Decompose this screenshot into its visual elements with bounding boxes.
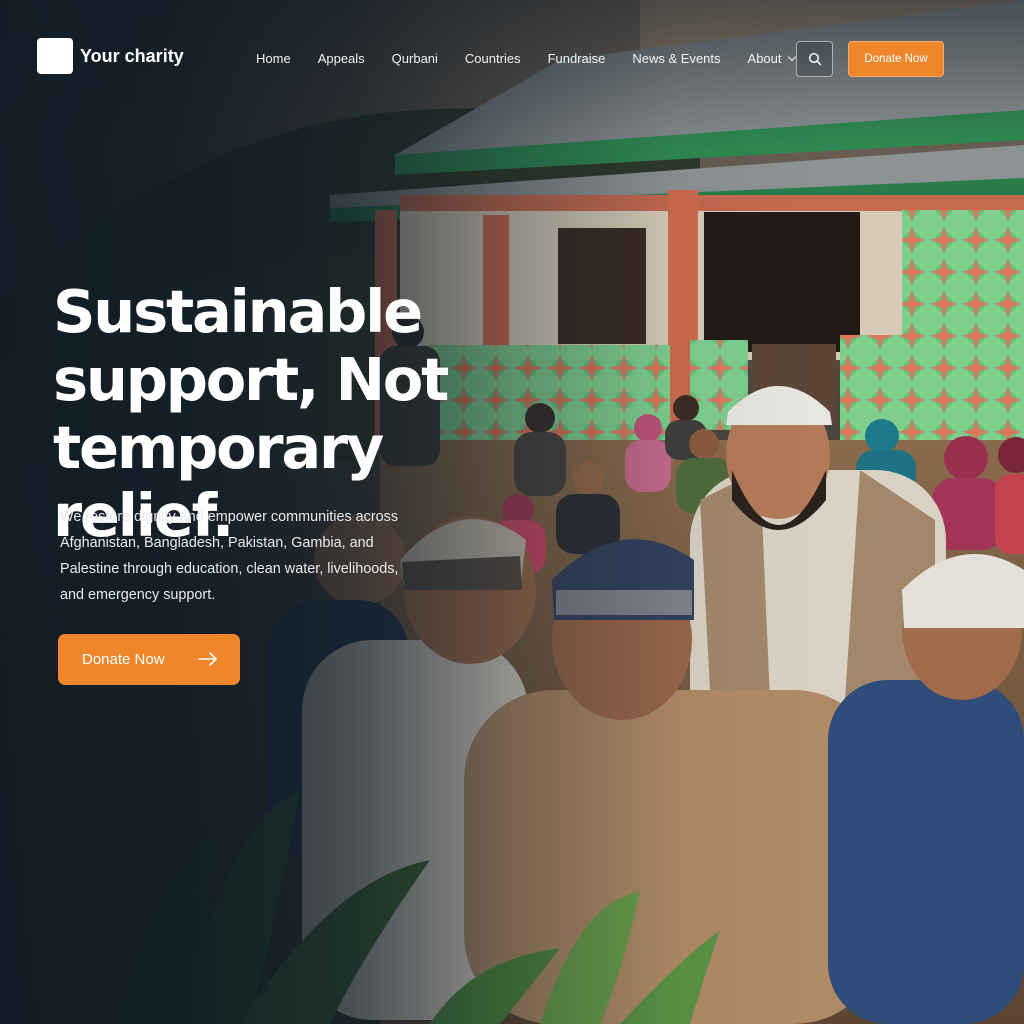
nav-item-countries[interactable]: Countries <box>465 51 521 66</box>
nav-item-fundraise[interactable]: Fundraise <box>548 51 606 66</box>
hero-donate-label: Donate Now <box>82 651 165 668</box>
brand-name: Your charity <box>80 45 184 66</box>
hero-headline-line: Sustainable <box>53 277 423 346</box>
nav-item-about-label: About <box>747 51 782 66</box>
chevron-down-icon <box>787 52 796 62</box>
arrow-right-icon <box>198 652 217 666</box>
nav-item-appeals[interactable]: Appeals <box>318 51 365 66</box>
main-nav: Home Appeals Qurbani Countries Fundraise… <box>256 51 796 66</box>
hero-headline-line: support, Not <box>53 345 449 414</box>
hero-donate-button[interactable]: Donate Now <box>58 634 240 685</box>
nav-item-home[interactable]: Home <box>256 51 291 66</box>
nav-item-news-events[interactable]: News & Events <box>632 51 720 66</box>
hero-section: Your charity Home Appeals Qurbani Countr… <box>0 0 1024 1024</box>
site-header: Your charity Home Appeals Qurbani Countr… <box>0 0 1024 118</box>
site-logo[interactable]: Your charity <box>37 38 184 74</box>
nav-item-qurbani[interactable]: Qurbani <box>392 51 438 66</box>
header-donate-button[interactable]: Donate Now <box>848 41 944 77</box>
hero-subtext: We restore dignity and empower communiti… <box>60 509 399 603</box>
search-icon <box>808 52 821 66</box>
logo-mark <box>37 38 73 74</box>
search-button[interactable] <box>796 41 833 77</box>
nav-item-about[interactable]: About <box>747 51 796 66</box>
